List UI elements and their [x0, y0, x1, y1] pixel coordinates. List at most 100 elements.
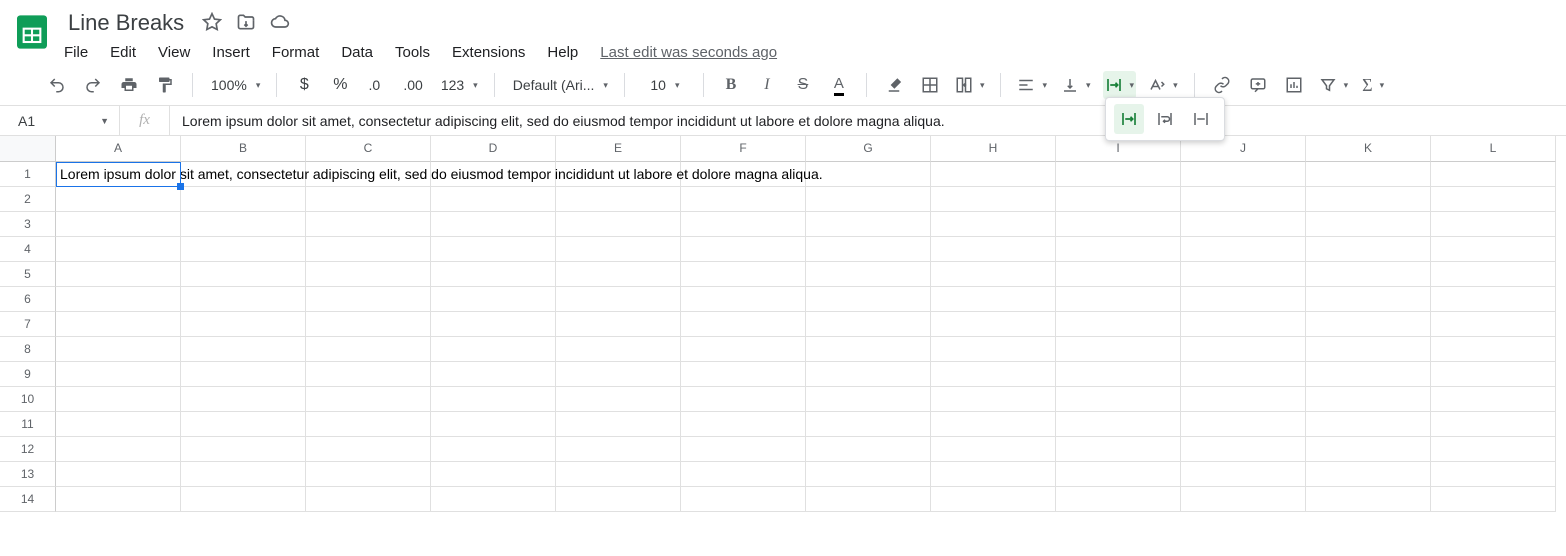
cell[interactable] [806, 162, 931, 187]
cell[interactable] [806, 487, 931, 512]
cell[interactable] [681, 337, 806, 362]
cell[interactable] [931, 187, 1056, 212]
cell[interactable] [181, 312, 306, 337]
cell[interactable] [181, 337, 306, 362]
cell[interactable] [556, 312, 681, 337]
cell[interactable] [1306, 187, 1431, 212]
text-color-icon[interactable]: A [826, 71, 852, 99]
cell[interactable] [1181, 237, 1306, 262]
cell[interactable] [306, 187, 431, 212]
decrease-decimal-icon[interactable]: .0 [363, 71, 389, 99]
cell[interactable] [1181, 312, 1306, 337]
cell[interactable] [681, 362, 806, 387]
cell[interactable] [931, 312, 1056, 337]
col-header[interactable]: A [56, 136, 181, 162]
cell[interactable] [1306, 212, 1431, 237]
cell[interactable] [181, 412, 306, 437]
name-box[interactable]: A1 ▼ [0, 106, 120, 135]
cell[interactable] [681, 487, 806, 512]
col-header[interactable]: C [306, 136, 431, 162]
cell[interactable] [1056, 437, 1181, 462]
cell[interactable] [56, 387, 181, 412]
cell[interactable] [431, 312, 556, 337]
text-wrap-dropdown[interactable] [1103, 71, 1137, 99]
cell[interactable] [1431, 262, 1556, 287]
col-header[interactable]: F [681, 136, 806, 162]
cell[interactable] [1181, 187, 1306, 212]
cell[interactable] [1181, 487, 1306, 512]
row-header[interactable]: 9 [0, 362, 56, 387]
paint-format-icon[interactable] [152, 71, 178, 99]
row-header[interactable]: 8 [0, 337, 56, 362]
cell[interactable] [181, 212, 306, 237]
cell[interactable] [1056, 312, 1181, 337]
cell-A1[interactable] [56, 162, 181, 187]
cell[interactable] [181, 462, 306, 487]
cell[interactable] [1431, 162, 1556, 187]
menu-format[interactable]: Format [272, 44, 320, 61]
cell[interactable] [1431, 312, 1556, 337]
cell[interactable] [931, 212, 1056, 237]
cell[interactable] [1306, 462, 1431, 487]
cell[interactable] [806, 237, 931, 262]
cell[interactable] [1181, 437, 1306, 462]
print-icon[interactable] [116, 71, 142, 99]
italic-icon[interactable]: I [754, 71, 780, 99]
cell[interactable] [556, 162, 681, 187]
cell[interactable] [556, 412, 681, 437]
star-icon[interactable] [202, 12, 222, 35]
cell[interactable] [181, 287, 306, 312]
cell[interactable] [181, 362, 306, 387]
menu-edit[interactable]: Edit [110, 44, 136, 61]
row-header[interactable]: 5 [0, 262, 56, 287]
cell[interactable] [1181, 462, 1306, 487]
cell[interactable] [1306, 237, 1431, 262]
strikethrough-icon[interactable]: S [790, 71, 816, 99]
cell[interactable] [681, 387, 806, 412]
cell[interactable] [681, 287, 806, 312]
cell[interactable] [1306, 337, 1431, 362]
cell[interactable] [931, 387, 1056, 412]
cell[interactable] [556, 487, 681, 512]
wrap-wrap-icon[interactable] [1150, 104, 1180, 134]
cell[interactable] [806, 387, 931, 412]
cell[interactable] [556, 437, 681, 462]
cell[interactable] [431, 162, 556, 187]
cell[interactable] [1181, 337, 1306, 362]
cell[interactable] [1056, 287, 1181, 312]
cell[interactable] [806, 212, 931, 237]
cell[interactable] [681, 212, 806, 237]
menu-view[interactable]: View [158, 44, 190, 61]
cell[interactable] [306, 412, 431, 437]
cell[interactable] [1056, 387, 1181, 412]
cell[interactable] [806, 337, 931, 362]
cell[interactable] [56, 262, 181, 287]
cell[interactable] [56, 187, 181, 212]
cell[interactable] [431, 412, 556, 437]
cell[interactable] [1431, 187, 1556, 212]
doc-title[interactable]: Line Breaks [64, 8, 188, 38]
cell[interactable] [1306, 312, 1431, 337]
col-header[interactable]: E [556, 136, 681, 162]
cell[interactable] [806, 187, 931, 212]
wrap-overflow-icon[interactable] [1114, 104, 1144, 134]
cell[interactable] [306, 262, 431, 287]
cell[interactable] [1181, 162, 1306, 187]
cell[interactable] [1306, 487, 1431, 512]
row-header[interactable]: 10 [0, 387, 56, 412]
cell[interactable] [556, 187, 681, 212]
formula-input[interactable]: Lorem ipsum dolor sit amet, consectetur … [170, 106, 1566, 135]
cell[interactable] [1431, 487, 1556, 512]
row-header[interactable]: 12 [0, 437, 56, 462]
row-header[interactable]: 3 [0, 212, 56, 237]
cell[interactable] [931, 437, 1056, 462]
row-header[interactable]: 2 [0, 187, 56, 212]
text-rotation-icon[interactable] [1146, 71, 1180, 99]
cell[interactable] [1056, 412, 1181, 437]
cell[interactable] [806, 462, 931, 487]
cell[interactable] [181, 187, 306, 212]
cell[interactable] [806, 262, 931, 287]
redo-icon[interactable] [80, 71, 106, 99]
sheets-logo[interactable] [12, 12, 52, 52]
cell[interactable] [556, 387, 681, 412]
